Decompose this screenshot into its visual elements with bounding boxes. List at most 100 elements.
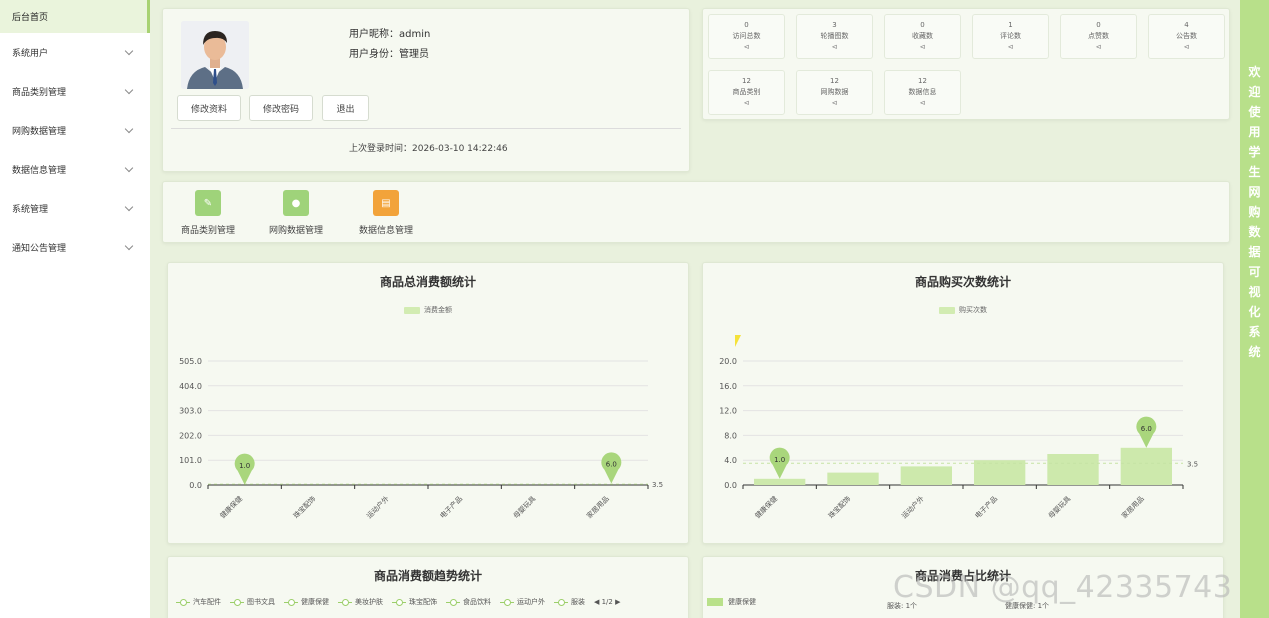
stat-value: 3 [832, 21, 837, 29]
legend-marker-icon [446, 598, 460, 606]
y-tick-label: 101.0 [179, 456, 202, 465]
x-tick-label: 珠宝配饰 [826, 494, 852, 520]
quick-links-card: ✎ 商品类别管理 ● 网购数据管理 ▤ 数据信息管理 [162, 181, 1230, 243]
stat-value: 0 [744, 21, 749, 29]
stat-tile[interactable]: 4 公告数 ⊲ [1148, 14, 1225, 59]
legend-item[interactable]: 健康保健 [284, 597, 329, 607]
chevron-down-icon [124, 46, 134, 56]
pencil-icon: ✎ [195, 190, 221, 216]
stat-tile[interactable]: 1 评论数 ⊲ [972, 14, 1049, 59]
welcome-char: 用 [1248, 125, 1261, 139]
legend-item[interactable]: 食品饮料 [446, 597, 491, 607]
stat-value: 12 [742, 77, 751, 85]
markpoint: 1.0 [769, 447, 790, 479]
legend-marker-icon [338, 598, 352, 606]
stat-label: 收藏数 [912, 32, 933, 40]
legend-marker-icon [500, 598, 514, 606]
stat-tile[interactable]: 3 轮播图数 ⊲ [796, 14, 873, 59]
legend-item[interactable]: 图书文具 [230, 597, 275, 607]
y-tick-label: 404.0 [179, 382, 202, 391]
mouse-cursor-icon [735, 335, 741, 347]
legend-item[interactable]: 服装 [554, 597, 585, 607]
legend-item[interactable]: 美妆护肤 [338, 597, 383, 607]
send-icon: ⊲ [919, 99, 926, 107]
legend-item[interactable]: 运动户外 [500, 597, 545, 607]
chart-title: 商品消费额趋势统计 [373, 569, 482, 583]
bar [754, 478, 806, 485]
quick-link-shopping-data[interactable]: ● 网购数据管理 [265, 190, 327, 236]
consumption-amount-chart: 商品总消费额统计 消费金额 0.0 101.0 202.0 303.0 404.0 505… [167, 262, 689, 544]
welcome-char: 使 [1248, 105, 1261, 119]
quick-link-label: 数据信息管理 [358, 226, 413, 236]
avatar [181, 21, 249, 89]
stat-label: 公告数 [1176, 32, 1197, 40]
logout-button[interactable]: 退出 [322, 95, 369, 121]
stat-tile[interactable]: 0 点赞数 ⊲ [1060, 14, 1137, 59]
chevron-down-icon [124, 241, 134, 251]
sidebar-item-shopping-data[interactable]: 网购数据管理 [0, 111, 150, 150]
last-login-time: 上次登录时间：2026-03-10 14:22:46 [349, 144, 508, 154]
average-label: 3.5 [652, 481, 663, 489]
markpoint-label: 6.0 [606, 461, 617, 469]
stat-label: 轮播图数 [820, 32, 849, 40]
change-password-button[interactable]: 修改密码 [249, 95, 313, 121]
quick-link-category[interactable]: ✎ 商品类别管理 [177, 190, 239, 236]
stat-tile[interactable]: 0 收藏数 ⊲ [884, 14, 961, 59]
x-tick-label: 家居用品 [1120, 494, 1146, 520]
stat-tile[interactable]: 12 商品类别 ⊲ [708, 70, 785, 115]
bar [1120, 447, 1172, 485]
welcome-char: 迎 [1248, 85, 1261, 99]
legend-marker-icon [392, 598, 406, 606]
welcome-char: 可 [1248, 265, 1261, 279]
y-tick-label: 4.0 [724, 456, 737, 465]
welcome-char: 据 [1248, 245, 1261, 259]
legend-pager[interactable]: ◀ 1/2 ▶ [594, 598, 620, 606]
location-icon: ● [283, 190, 309, 216]
legend-item[interactable]: 珠宝配饰 [392, 597, 437, 607]
bar [827, 472, 879, 485]
y-tick-label: 16.0 [719, 382, 737, 391]
legend-label: 运动户外 [517, 598, 545, 606]
markpoint: 1.0 [234, 453, 255, 485]
sidebar-item-label: 商品类别管理 [12, 88, 67, 98]
legend-label: 图书文具 [247, 598, 275, 606]
y-tick-label: 202.0 [179, 431, 202, 440]
sidebar-item-system[interactable]: 系统管理 [0, 189, 150, 228]
markpoint: 6.0 [1136, 416, 1157, 448]
stat-tile[interactable]: 12 数据信息 ⊲ [884, 70, 961, 115]
stat-tile[interactable]: 0 访问总数 ⊲ [708, 14, 785, 59]
send-icon: ⊲ [743, 99, 750, 107]
edit-profile-button[interactable]: 修改资料 [177, 95, 241, 121]
sidebar-item-label: 系统管理 [12, 205, 49, 215]
bar [1047, 454, 1099, 485]
sidebar-item-home[interactable]: 后台首页 [0, 0, 150, 33]
quick-link-label: 商品类别管理 [180, 226, 235, 236]
send-icon: ⊲ [1183, 43, 1190, 51]
y-tick-label: 12.0 [719, 407, 737, 416]
sidebar: 后台首页 系统用户 商品类别管理 网购数据管理 数据信息管理 系统管理 通知公告… [0, 0, 150, 618]
sidebar-item-category[interactable]: 商品类别管理 [0, 72, 150, 111]
x-tick-label: 珠宝配饰 [291, 494, 317, 520]
sidebar-item-data-info[interactable]: 数据信息管理 [0, 150, 150, 189]
legend-label: 健康保健 [301, 598, 329, 606]
quick-link-data-info[interactable]: ▤ 数据信息管理 [355, 190, 417, 236]
send-icon: ⊲ [919, 43, 926, 51]
legend-label: 健康保健 [728, 598, 756, 606]
stat-label: 数据信息 [908, 88, 937, 96]
bar [974, 460, 1026, 485]
stats-card: 0 访问总数 ⊲ 3 轮播图数 ⊲ 0 收藏数 ⊲ 1 评论数 ⊲ 0 点赞数 ⊲ 4 公告数 ⊲ 12 商品类别 ⊲ 1… [702, 8, 1230, 120]
welcome-char: 学 [1248, 145, 1261, 159]
welcome-char: 化 [1248, 305, 1261, 319]
legend-item[interactable]: 汽车配件 [176, 597, 221, 607]
sidebar-item-system-users[interactable]: 系统用户 [0, 33, 150, 72]
y-tick-label: 0.0 [724, 481, 737, 490]
stat-value: 0 [1096, 21, 1101, 29]
user-role: 用户身份：管理员 [349, 49, 429, 60]
x-tick-label: 健康保健 [753, 494, 779, 520]
user-photo-icon [181, 21, 249, 89]
y-tick-label: 0.0 [189, 481, 202, 490]
stat-tile[interactable]: 12 网购数据 ⊲ [796, 70, 873, 115]
x-tick-label: 运动户外 [900, 494, 926, 520]
sidebar-item-notice[interactable]: 通知公告管理 [0, 228, 150, 267]
chevron-down-icon [124, 202, 134, 212]
